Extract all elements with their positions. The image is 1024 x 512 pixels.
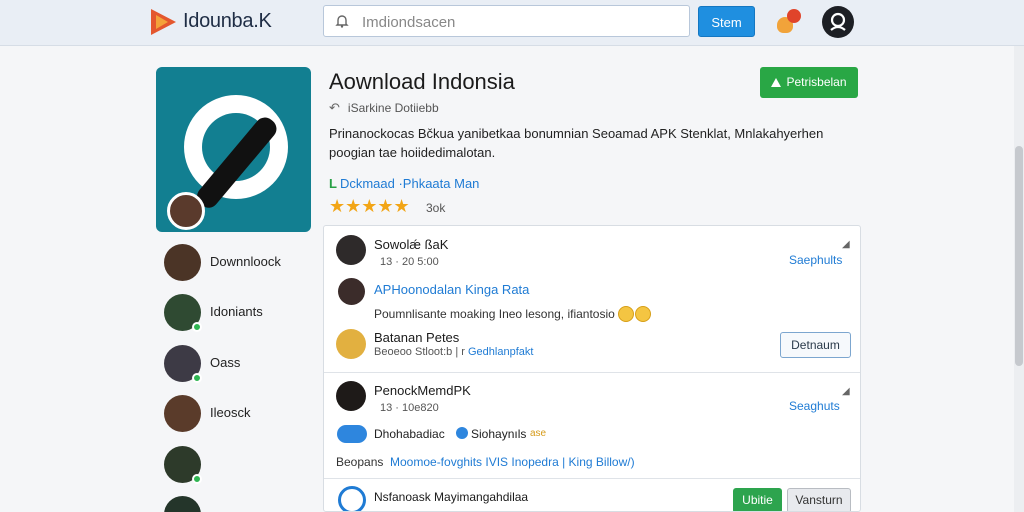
post-meta-link[interactable]: Gedhlanpfakt <box>468 346 533 358</box>
start-button[interactable]: Stem <box>698 6 755 37</box>
avatar <box>164 345 202 383</box>
online-badge <box>192 474 202 484</box>
post-action-link[interactable]: Seaghuts <box>789 399 840 413</box>
post-title-link[interactable]: APHoonodalan Kinga Rata <box>374 282 529 297</box>
post-link[interactable]: Moomoe-fovghits IVIS Inopedra | King Bil… <box>390 455 635 469</box>
more-options-icon[interactable]: ◢ <box>842 239 850 250</box>
post-prefix: Beopans <box>336 455 384 469</box>
divider <box>324 478 860 479</box>
post-timestamp: 13 · 20 5:00 <box>380 256 439 268</box>
avatar[interactable] <box>338 278 365 305</box>
sidebar-item-oass[interactable]: Oass <box>164 345 304 385</box>
post-author[interactable]: Nsfanoask Mayimangahdilaa <box>374 490 528 504</box>
developer-avatar[interactable] <box>167 192 205 230</box>
post-author[interactable]: Sowolǽ ßaK <box>374 237 448 252</box>
play-logo-icon[interactable] <box>148 7 178 37</box>
download-link-text: Dckmaad ·Phkaata Man <box>339 176 480 191</box>
play-icon[interactable] <box>338 486 366 511</box>
sidebar-item-label: Ileosck <box>210 405 251 420</box>
avatar <box>164 244 201 281</box>
app-title: Aownload Indonsia <box>329 69 515 94</box>
search-box[interactable] <box>323 5 690 37</box>
verified-icon <box>456 427 468 439</box>
back-label: iSarkine Dotiiebb <box>347 101 439 115</box>
sidebar-item-label: Idoniants <box>210 304 263 319</box>
sidebar-item-idoniants[interactable]: Idoniants <box>164 294 304 334</box>
bell-search-icon <box>335 15 349 28</box>
emoji-icon <box>635 306 651 322</box>
more-options-icon[interactable]: ◢ <box>842 386 850 397</box>
post-timestamp: 13 · 10e820 <box>380 402 439 414</box>
avatar[interactable] <box>336 381 366 411</box>
avatar[interactable] <box>336 235 366 265</box>
publish-button[interactable]: Petrisbelan <box>760 67 858 98</box>
avatar <box>164 395 201 432</box>
return-button[interactable]: Vansturn <box>787 488 851 511</box>
post-meta-text: Beoeoo Stloot:b | r <box>374 346 465 358</box>
sidebar-item-label: Oass <box>210 355 241 370</box>
chat-text: Dhohabadiac <box>374 427 445 441</box>
online-badge <box>192 322 202 332</box>
page-scrollbar[interactable] <box>1014 46 1024 512</box>
sidebar-item-label: Downnloock <box>210 254 281 269</box>
post-action-link[interactable]: Saephults <box>789 253 842 267</box>
rating-count: 3ok <box>426 201 446 215</box>
avatar[interactable] <box>336 329 366 359</box>
back-arrow-icon: ↶ <box>329 100 340 115</box>
sidebar-item-downloads[interactable]: Downnloock <box>164 244 304 284</box>
post-text: Poumnlisante moaking Ineo lesong, ifiant… <box>374 307 615 321</box>
download-link[interactable]: L Dckmaad ·Phkaata Man <box>329 176 479 191</box>
download-prefix: L <box>329 176 337 191</box>
post-author[interactable]: PenockMemdPK <box>374 383 471 398</box>
notifications-button[interactable] <box>773 9 803 37</box>
tag-label: ase <box>530 428 547 439</box>
activity-feed: Sowolǽ ßaK 13 · 20 5:00 ◢ Saephults APHo… <box>323 225 861 512</box>
avatar <box>164 496 201 512</box>
avatar <box>164 294 202 332</box>
search-input[interactable] <box>362 11 682 33</box>
rating-stars: ★★★★★ <box>329 196 410 216</box>
profile-button[interactable] <box>822 6 854 38</box>
online-badge <box>192 373 202 383</box>
notification-badge <box>787 9 801 23</box>
upload-icon <box>771 78 782 87</box>
scrollbar-thumb[interactable] <box>1015 146 1023 366</box>
post-author[interactable]: Batanan Petes <box>374 330 459 345</box>
divider <box>324 372 860 373</box>
sidebar-item-5[interactable] <box>164 446 304 486</box>
publish-label: Petrisbelan <box>786 75 847 89</box>
avatar <box>164 446 202 484</box>
post-meta: Beoeoo Stloot:b | r Gedhlanpfakt <box>374 346 533 358</box>
chat-icon[interactable] <box>337 425 367 443</box>
detail-button[interactable]: Detnaum <box>780 332 851 358</box>
user-icon <box>830 12 846 31</box>
sidebar-item-ileosck[interactable]: Ileosck <box>164 395 304 435</box>
verified-text: Siohaynıls <box>471 427 527 441</box>
emoji-icon <box>618 306 634 322</box>
app-description: Prinanockocas Bčkua yanibetkaa bonumnian… <box>329 126 824 160</box>
back-link[interactable]: ↶ iSarkine Dotiiebb <box>329 100 439 116</box>
sidebar-item-6[interactable] <box>164 496 304 512</box>
confirm-button[interactable]: Ubitie <box>733 488 782 511</box>
top-header: Idounba.K Stem <box>0 0 1024 46</box>
brand-name[interactable]: Idounba.K <box>183 10 272 33</box>
